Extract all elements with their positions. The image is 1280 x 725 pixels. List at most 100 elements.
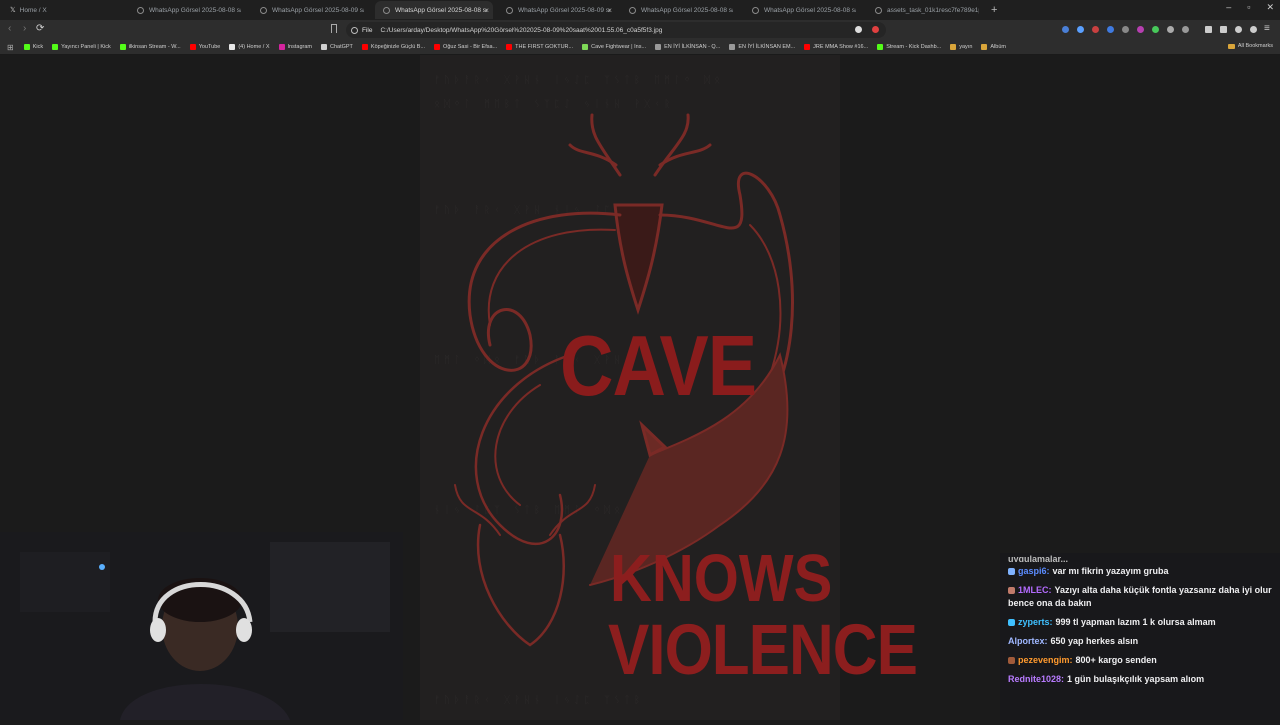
browser-tab[interactable]: 𝕏 Home / X: [4, 1, 124, 19]
extensions-icon[interactable]: [1235, 26, 1242, 33]
chat-message-list: gaspi6: var mı fikrin yazayım gruba 1MLEC:…: [1000, 562, 1280, 689]
menu-icon[interactable]: ≡: [1264, 23, 1270, 34]
chat-message: zyperts: 999 tl yapman lazım 1 k olursa a…: [1000, 613, 1280, 632]
bookmark-item[interactable]: Yayıncı Paneli | Kick: [52, 44, 111, 50]
browser-tab[interactable]: WhatsApp Görsel 2025-08-08 saat 2: [744, 1, 862, 19]
chat-message: pezevengim: 800+ kargo senden: [1000, 651, 1280, 670]
bookmark-item[interactable]: ChatGPT: [320, 44, 353, 50]
bookmark-item[interactable]: EN İYİ İLKİNSAN - Q...: [655, 44, 720, 50]
brave-shield-icon[interactable]: [855, 26, 862, 33]
bookmark-item[interactable]: THE FIRST GOKTUR...: [506, 44, 573, 50]
sidebar-icon[interactable]: [1205, 26, 1212, 33]
bookmark-favicon-icon: [655, 44, 662, 50]
tab-close-icon[interactable]: ×: [484, 6, 489, 15]
tab-title: WhatsApp Görsel 2025-08-09 saat 0: [272, 6, 364, 14]
bookmark-favicon-icon: [119, 44, 126, 50]
extension-icon[interactable]: [1182, 26, 1189, 33]
extension-icon[interactable]: [1152, 26, 1159, 33]
extension-icon[interactable]: [1062, 26, 1069, 33]
bookmark-favicon-icon: [729, 44, 736, 50]
bookmark-favicon-icon: [229, 44, 236, 50]
chat-message: Rednite1028: 1 gün bulaşıkçılık yapsam al…: [1000, 670, 1280, 689]
bookmark-item[interactable]: Albüm: [981, 44, 1006, 50]
bookmark-item[interactable]: JRE MMA Show #16...: [804, 44, 868, 50]
browser-tab[interactable]: WhatsApp Görsel 2025-08-08 saat 2: [621, 1, 739, 19]
bookmarks-bar: ⊞ Kick Yayıncı Paneli | Kick ilkinsan Stre…: [0, 40, 1280, 55]
reload-icon[interactable]: ⟳: [36, 23, 44, 34]
chat-username[interactable]: Rednite1028:: [1008, 674, 1064, 684]
close-icon[interactable]: ✕: [1266, 2, 1274, 13]
bookmark-icon[interactable]: [331, 24, 337, 33]
tab-title: assets_task_01k1resc7fe789e1pxh: [887, 6, 979, 14]
webcam-overlay: [0, 532, 403, 720]
chat-message: gaspi6: var mı fikrin yazayım gruba: [1000, 562, 1280, 581]
chat-badge-icon: [1008, 657, 1015, 665]
bookmark-favicon-icon: [804, 44, 811, 50]
bookmark-item[interactable]: (4) Home / X: [229, 44, 270, 50]
chat-text: 800+ kargo senden: [1075, 655, 1157, 665]
chat-username[interactable]: Alportex:: [1008, 636, 1048, 646]
bookmark-favicon-icon: [52, 44, 59, 50]
bookmark-item[interactable]: yayın: [950, 44, 972, 50]
bookmark-favicon-icon: [981, 44, 988, 50]
bookmark-item[interactable]: ilkinsan Stream - W...: [119, 44, 181, 50]
address-bar[interactable]: File C:/Users/arday/Desktop/WhatsApp%20G…: [346, 22, 886, 38]
extension-icon[interactable]: [1122, 26, 1129, 33]
bookmark-item[interactable]: Stream - Kick Dashb...: [877, 44, 941, 50]
extension-icon[interactable]: [1167, 26, 1174, 33]
apps-grid-icon[interactable]: ⊞: [7, 43, 14, 52]
globe-icon: [383, 6, 390, 14]
bookmark-item[interactable]: Oğuz Sasi - Bir Efsa...: [434, 44, 497, 50]
chat-badge-icon: [1008, 619, 1015, 627]
tab-close-icon[interactable]: ×: [607, 6, 612, 15]
back-icon[interactable]: ‹: [8, 23, 11, 34]
bookmark-item[interactable]: Instagram: [278, 44, 312, 50]
chat-username[interactable]: pezevengim:: [1018, 655, 1073, 665]
browser-tab[interactable]: assets_task_01k1resc7fe789e1pxh: [867, 1, 985, 19]
extension-icon[interactable]: [1137, 26, 1144, 33]
poster-title-violence: VIOLENCE: [608, 610, 918, 691]
bookmark-item[interactable]: EN İYİ İLKİNSAN EM...: [729, 44, 795, 50]
maximize-icon[interactable]: ▫: [1247, 2, 1250, 13]
globe-icon: [506, 6, 513, 14]
chat-username[interactable]: zyperts:: [1018, 617, 1053, 627]
url-text[interactable]: C:/Users/arday/Desktop/WhatsApp%20Görsel…: [380, 27, 662, 34]
bookmark-item[interactable]: Kick: [23, 44, 43, 50]
chat-partial-message: uygulamalar...: [1008, 554, 1069, 562]
poster-image: ᚠᚢᚦᚨᚱᚲ ᚷᚹᚺᚾ ᛁᛃᛇᛈ ᛉᛊᛏᛒ ᛖᛗᛚᛜ ᛞᛟ ᛟᛞᛜᛚ ᛗᛖᛒᛏ …: [420, 55, 918, 720]
vpn-icon[interactable]: [1250, 26, 1257, 33]
bookmark-item[interactable]: Cave Fightwear | Ins...: [582, 44, 646, 50]
bookmark-favicon-icon: [278, 44, 285, 50]
new-tab-icon[interactable]: +: [991, 4, 997, 16]
tab-strip: 𝕏Home / X WhatsApp Görsel 2025-08-08 saat…: [0, 0, 1280, 20]
extension-icon[interactable]: [1107, 26, 1114, 33]
bookmark-label: THE FIRST GOKTUR...: [515, 44, 574, 50]
chat-text: 650 yap herkes alsın: [1050, 636, 1139, 646]
browser-tab[interactable]: WhatsApp Görsel 2025-08-08 saat 1: [129, 1, 247, 19]
folder-icon: [1227, 43, 1235, 49]
brave-rewards-icon[interactable]: [872, 26, 879, 33]
bookmark-item[interactable]: YouTube: [189, 44, 220, 50]
extension-icon[interactable]: [1077, 26, 1084, 33]
site-info-icon[interactable]: [351, 26, 358, 34]
extension-icon[interactable]: [1092, 26, 1099, 33]
url-scheme: File: [362, 26, 373, 34]
chat-badge-icon: [1008, 568, 1015, 576]
browser-tab[interactable]: WhatsApp Görsel 2025-08-09 saat 0: [252, 1, 370, 19]
chat-username[interactable]: 1MLEC:: [1018, 585, 1052, 595]
tab-title: WhatsApp Görsel 2025-08-08 sa: [395, 6, 487, 14]
chat-username[interactable]: gaspi6:: [1018, 566, 1050, 576]
minimize-icon[interactable]: –: [1226, 2, 1231, 13]
bookmark-favicon-icon: [877, 44, 884, 50]
bookmark-favicon-icon: [434, 44, 441, 50]
bookmark-label: EN İYİ İLKİNSAN EM...: [738, 44, 796, 50]
bookmark-item[interactable]: Köpeğinizle Güçlü B...: [361, 44, 425, 50]
wallet-icon[interactable]: [1220, 26, 1227, 33]
bookmark-label: Yayıncı Paneli | Kick: [61, 44, 111, 50]
forward-icon[interactable]: ›: [23, 23, 26, 34]
bookmark-favicon-icon: [950, 44, 957, 50]
bookmark-label: EN İYİ İLKİNSAN - Q...: [664, 44, 721, 50]
all-bookmarks-button[interactable]: All Bookmarks: [1227, 43, 1273, 49]
browser-tab[interactable]: WhatsApp Görsel 2025-08-09 sa ×: [498, 1, 616, 19]
browser-tab[interactable]: WhatsApp Görsel 2025-08-08 sa ×: [375, 1, 493, 19]
